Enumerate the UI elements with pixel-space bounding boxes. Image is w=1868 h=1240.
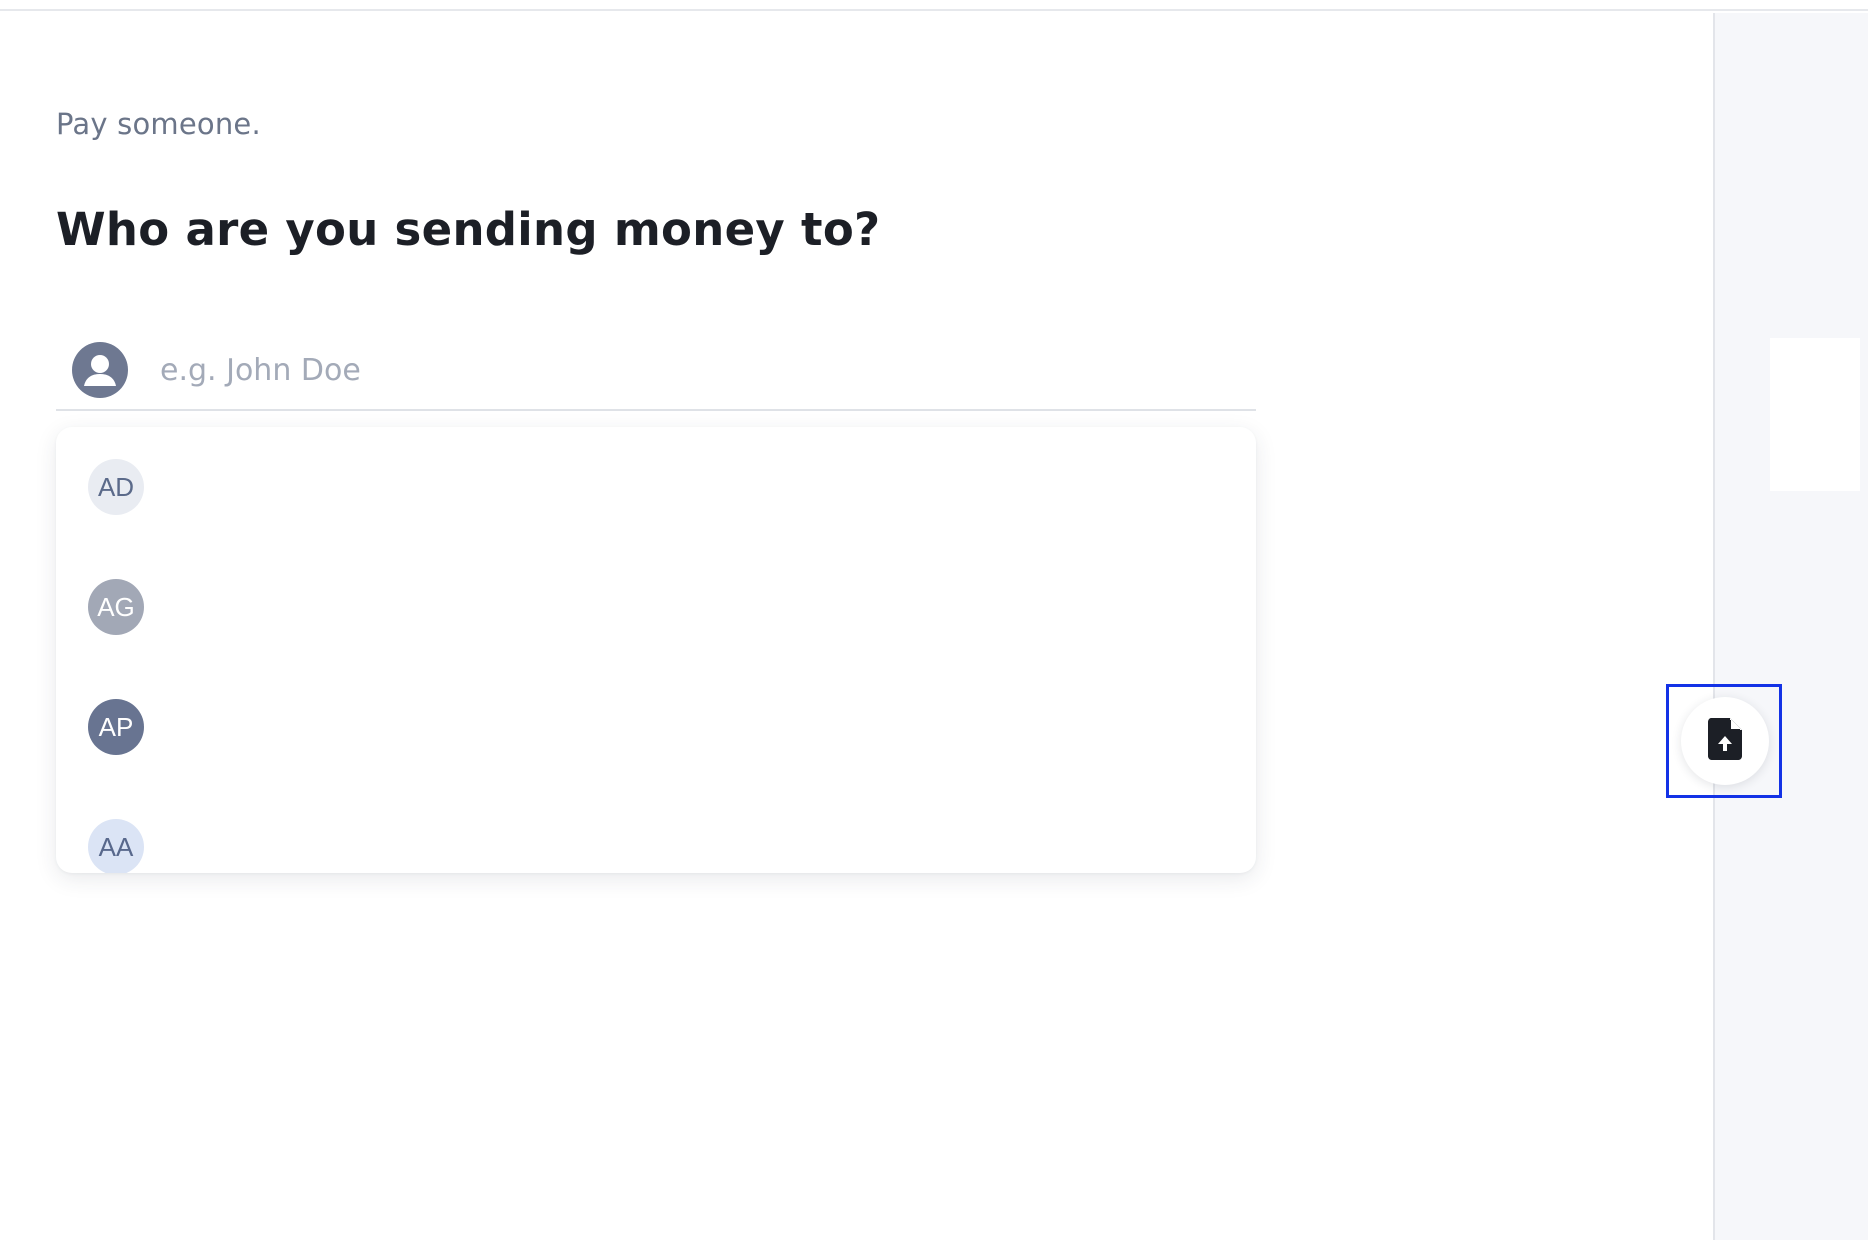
side-panel bbox=[1713, 13, 1868, 1240]
page-title: Who are you sending money to? bbox=[56, 203, 881, 256]
upload-file-button[interactable] bbox=[1681, 697, 1769, 785]
user-circle-icon bbox=[72, 342, 128, 398]
suggestion-item[interactable]: AG bbox=[56, 547, 1256, 667]
recipient-search-input[interactable] bbox=[160, 345, 1220, 395]
side-panel-card bbox=[1770, 338, 1860, 491]
page-subtitle: Pay someone. bbox=[56, 107, 261, 141]
highlight-box bbox=[1666, 684, 1782, 798]
suggestions-dropdown: AD AG AP AA bbox=[56, 427, 1256, 873]
avatar: AP bbox=[88, 699, 144, 755]
avatar: AG bbox=[88, 579, 144, 635]
top-divider bbox=[0, 0, 1868, 11]
suggestion-item[interactable]: AD bbox=[56, 427, 1256, 547]
main-content: Pay someone. Who are you sending money t… bbox=[0, 13, 1713, 1240]
recipient-search bbox=[56, 327, 1256, 411]
avatar: AD bbox=[88, 459, 144, 515]
avatar: AA bbox=[88, 819, 144, 873]
suggestion-item[interactable]: AA bbox=[56, 787, 1256, 873]
suggestion-item[interactable]: AP bbox=[56, 667, 1256, 787]
file-upload-icon bbox=[1708, 718, 1742, 764]
